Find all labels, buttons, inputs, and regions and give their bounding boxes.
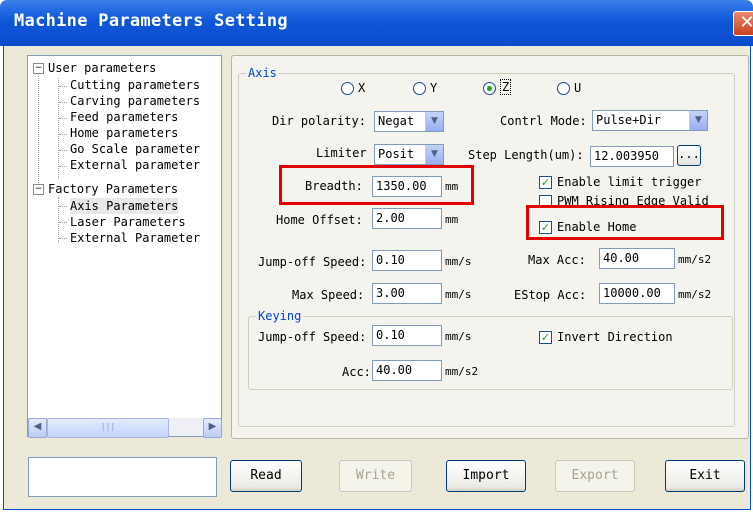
tree-connector — [59, 166, 67, 167]
tree-connector — [59, 150, 67, 151]
collapse-icon[interactable]: − — [33, 184, 44, 195]
keying-jump-off-speed-label: Jump-off Speed: — [258, 330, 367, 344]
keying-group-title: Keying — [256, 309, 304, 323]
max-acc-field[interactable]: 40.00 — [599, 248, 675, 269]
tree-connector — [38, 69, 39, 189]
radio-dot — [487, 86, 492, 91]
select-value: Negat — [378, 114, 415, 128]
title-bar: Machine Parameters Setting ✕ — [0, 0, 753, 46]
tree-connector — [59, 206, 67, 207]
tree-item-label: Factory Parameters — [48, 182, 179, 196]
collapse-icon[interactable]: − — [33, 63, 44, 74]
control-mode-select[interactable]: Pulse+Dir ▼ — [592, 110, 708, 131]
tree-item-laser-parameters[interactable]: Laser Parameters — [70, 214, 186, 230]
tree-item-cutting-parameters[interactable]: Cutting parameters — [70, 77, 200, 93]
estop-acc-unit: mm/s2 — [678, 288, 712, 301]
close-icon: ✕ — [739, 12, 753, 33]
keying-jump-off-speed-unit: mm/s — [445, 330, 472, 343]
select-value: Pulse+Dir — [596, 113, 662, 127]
tree-item-feed-parameters[interactable]: Feed parameters — [70, 109, 178, 125]
breadth-unit: mm — [445, 180, 459, 193]
invert-direction-checkbox[interactable]: ✓ — [539, 331, 552, 344]
radio-button[interactable] — [341, 82, 354, 95]
step-length-calc-button[interactable]: ... — [677, 145, 701, 166]
estop-acc-field[interactable]: 10000.00 — [599, 283, 675, 304]
radio-label: Z — [500, 79, 512, 95]
breadth-label: Breadth: — [305, 179, 363, 193]
write-button[interactable]: Write — [339, 460, 412, 492]
home-offset-label: Home Offset: — [276, 213, 363, 227]
import-button[interactable]: Import — [446, 460, 526, 492]
chevron-down-icon[interactable]: ▼ — [425, 112, 443, 131]
tree-connector — [59, 86, 67, 87]
tree-horizontal-scrollbar[interactable]: ◀ ||| ▶ — [28, 418, 222, 438]
tree-item-label: User parameters — [48, 61, 157, 75]
keying-jump-off-speed-field[interactable]: 0.10 — [372, 325, 442, 346]
tree-connector — [59, 238, 67, 239]
chevron-down-icon[interactable]: ▼ — [689, 111, 707, 130]
breadth-field[interactable]: 1350.00 — [372, 176, 442, 197]
enable-home-label: Enable Home — [557, 220, 637, 234]
invert-direction-label: Invert Direction — [557, 330, 673, 344]
tree-connector — [59, 102, 67, 103]
max-speed-field[interactable]: 3.00 — [372, 283, 442, 304]
window-title: Machine Parameters Setting — [14, 11, 288, 31]
tree-item-go-scale-parameter[interactable]: Go Scale parameter — [70, 141, 200, 157]
home-offset-field[interactable]: 2.00 — [372, 208, 442, 229]
scroll-thumb[interactable]: ||| — [47, 418, 169, 438]
radio-button-checked[interactable] — [483, 82, 496, 95]
enable-home-checkbox[interactable]: ✓ — [539, 221, 552, 234]
step-length-field[interactable]: 12.003950 — [590, 146, 674, 167]
max-speed-unit: mm/s — [445, 288, 472, 301]
tree-connector — [59, 134, 67, 135]
radio-label: X — [358, 81, 366, 95]
tree-item-home-parameters[interactable]: Home parameters — [70, 125, 178, 141]
max-speed-label: Max Speed: — [292, 288, 365, 302]
enable-limit-trigger-label: Enable limit trigger — [557, 175, 702, 189]
max-acc-unit: mm/s2 — [678, 253, 712, 266]
limiter-label: Limiter — [316, 146, 367, 160]
jump-off-speed-label: Jump-off Speed: — [258, 255, 367, 269]
select-value: Posit — [378, 147, 415, 161]
parameter-tree[interactable]: − User parameters Cutting parameters Car… — [27, 55, 222, 437]
jump-off-speed-unit: mm/s — [445, 255, 472, 268]
home-offset-unit: mm — [445, 213, 459, 226]
enable-limit-trigger-checkbox[interactable]: ✓ — [539, 176, 552, 189]
status-box — [28, 457, 217, 497]
tree-item-axis-parameters[interactable]: Axis Parameters — [70, 198, 179, 214]
step-length-label: Step Length(um): — [468, 148, 584, 162]
dir-polarity-label: Dir polarity: — [272, 114, 366, 128]
tree-item-carving-parameters[interactable]: Carving parameters — [70, 93, 200, 109]
tree-connector — [58, 197, 59, 243]
scroll-left-button[interactable]: ◀ — [28, 418, 47, 438]
close-button[interactable]: ✕ — [733, 11, 753, 36]
max-acc-label: Max Acc: — [528, 253, 586, 267]
estop-acc-label: EStop Acc: — [514, 288, 587, 302]
chevron-down-icon[interactable]: ▼ — [425, 145, 443, 164]
exit-button[interactable]: Exit — [665, 460, 745, 492]
tree-connector — [59, 222, 67, 223]
keying-acc-unit: mm/s2 — [445, 365, 479, 378]
tree-item-external-parameter[interactable]: External parameter — [70, 157, 200, 173]
radio-button[interactable] — [557, 82, 570, 95]
radio-label: Y — [430, 81, 438, 95]
dir-polarity-select[interactable]: Negat ▼ — [374, 111, 444, 132]
tree-item-external-parameter-factory[interactable]: External Parameter — [70, 230, 200, 246]
read-button[interactable]: Read — [230, 460, 302, 492]
tree-connector — [58, 78, 59, 179]
tree-connector — [59, 118, 67, 119]
control-mode-label: Contrl Mode: — [500, 114, 587, 128]
export-button[interactable]: Export — [555, 460, 635, 492]
jump-off-speed-field[interactable]: 0.10 — [372, 250, 442, 271]
scroll-right-button[interactable]: ▶ — [203, 418, 222, 438]
keying-acc-label: Acc: — [342, 365, 371, 379]
radio-label: U — [574, 81, 582, 95]
keying-acc-field[interactable]: 40.00 — [372, 360, 442, 381]
axis-group-title: Axis — [246, 66, 279, 80]
limiter-select[interactable]: Posit ▼ — [374, 144, 444, 165]
radio-button[interactable] — [413, 82, 426, 95]
